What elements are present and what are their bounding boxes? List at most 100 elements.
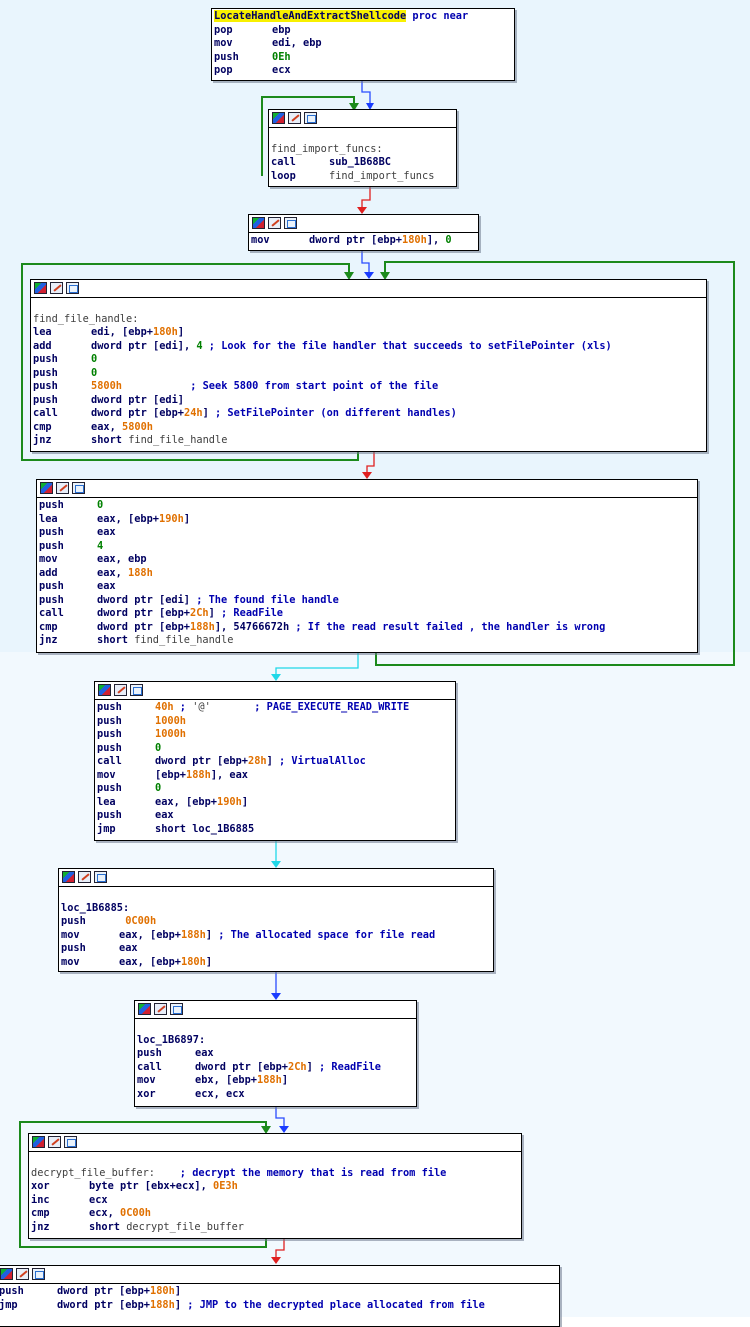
code-line[interactable]: [31, 1153, 519, 1167]
graph-icon[interactable]: [32, 1268, 45, 1280]
code-line[interactable]: push 0: [97, 742, 453, 756]
edit-icon[interactable]: [78, 871, 91, 883]
code-block-init-handle[interactable]: mov dword ptr [ebp+180h], 0: [248, 214, 479, 251]
code-line[interactable]: [137, 1020, 414, 1034]
color-icon[interactable]: [138, 1003, 151, 1015]
code-line[interactable]: [61, 888, 491, 902]
code-line[interactable]: push 40h ; '@' ; PAGE_EXECUTE_READ_WRITE: [97, 701, 453, 715]
code-line[interactable]: lea edi, [ebp+180h]: [33, 326, 704, 340]
code-line[interactable]: pop ebp: [214, 24, 512, 38]
code-label[interactable]: find_file_handle:: [33, 313, 138, 325]
code-line[interactable]: LocateHandleAndExtractShellcode proc nea…: [214, 10, 512, 24]
edit-icon[interactable]: [50, 282, 63, 294]
edit-icon[interactable]: [288, 112, 301, 124]
graph-icon[interactable]: [304, 112, 317, 124]
code-line[interactable]: xor byte ptr [ebx+ecx], 0E3h: [31, 1180, 519, 1194]
code-line[interactable]: mov ebx, [ebp+188h]: [137, 1074, 414, 1088]
graph-icon[interactable]: [72, 482, 85, 494]
code-line[interactable]: cmp ecx, 0C00h: [31, 1207, 519, 1221]
code-block-find-file-handle[interactable]: find_file_handle: lea edi, [ebp+180h] add dw…: [30, 279, 707, 452]
edit-icon[interactable]: [16, 1268, 29, 1280]
code-line[interactable]: push 0: [33, 367, 704, 381]
code-line[interactable]: find_file_handle:: [33, 313, 704, 327]
code-line[interactable]: push dword ptr [edi] ; The found file han…: [39, 594, 695, 608]
code-line[interactable]: cmp eax, 5800h: [33, 421, 704, 435]
code-line[interactable]: jmp short loc_1B6885: [97, 823, 453, 837]
code-line[interactable]: call sub_1B68BC: [271, 156, 454, 170]
code-line[interactable]: push 1000h: [97, 715, 453, 729]
code-line[interactable]: [33, 299, 704, 313]
code-line[interactable]: find_import_funcs:: [271, 143, 454, 157]
color-icon[interactable]: [34, 282, 47, 294]
code-line[interactable]: call dword ptr [ebp+28h] ; VirtualAlloc: [97, 755, 453, 769]
color-icon[interactable]: [32, 1136, 45, 1148]
code-line[interactable]: mov edi, ebp: [214, 37, 512, 51]
code-line[interactable]: jmp dword ptr [ebp+188h] ; JMP to the dec…: [0, 1299, 557, 1313]
code-line[interactable]: push 4: [39, 540, 695, 554]
code-line[interactable]: push 5800h ; Seek 5800 from start point o…: [33, 380, 704, 394]
code-line[interactable]: call dword ptr [ebp+2Ch] ; ReadFile: [39, 607, 695, 621]
code-line[interactable]: jnz short decrypt_file_buffer: [31, 1221, 519, 1235]
color-icon[interactable]: [62, 871, 75, 883]
code-line[interactable]: add eax, 188h: [39, 567, 695, 581]
code-line[interactable]: mov dword ptr [ebp+180h], 0: [251, 234, 476, 248]
code-line[interactable]: push 0C00h: [61, 915, 491, 929]
code-label[interactable]: loc_1B6885:: [61, 902, 129, 914]
edit-icon[interactable]: [268, 217, 281, 229]
code-line[interactable]: push eax: [61, 942, 491, 956]
code-line[interactable]: push 0: [33, 353, 704, 367]
code-block-loc-1b6885[interactable]: loc_1B6885: push 0C00h mov eax, [ebp+188h] …: [58, 868, 494, 972]
code-label[interactable]: find_import_funcs:: [271, 143, 383, 155]
code-line[interactable]: loop find_import_funcs: [271, 170, 454, 184]
code-line[interactable]: call dword ptr [ebp+2Ch] ; ReadFile: [137, 1061, 414, 1075]
code-line[interactable]: push eax: [39, 580, 695, 594]
code-line[interactable]: mov eax, ebp: [39, 553, 695, 567]
code-line[interactable]: push 0: [39, 499, 695, 513]
code-line[interactable]: push dword ptr [edi]: [33, 394, 704, 408]
code-line[interactable]: call dword ptr [ebp+24h] ; SetFilePointer…: [33, 407, 704, 421]
code-label[interactable]: LocateHandleAndExtractShellcode: [214, 10, 407, 22]
code-line[interactable]: add dword ptr [edi], 4 ; Look for the fil…: [33, 340, 704, 354]
code-block-proc[interactable]: LocateHandleAndExtractShellcode proc nea…: [211, 8, 515, 81]
code-line[interactable]: [271, 129, 454, 143]
code-line[interactable]: lea eax, [ebp+190h]: [97, 796, 453, 810]
code-block-decrypt-file-buffer[interactable]: decrypt_file_buffer: ; decrypt the memor…: [28, 1133, 522, 1239]
code-line[interactable]: inc ecx: [31, 1194, 519, 1208]
color-icon[interactable]: [0, 1268, 13, 1280]
color-icon[interactable]: [252, 217, 265, 229]
graph-icon[interactable]: [94, 871, 107, 883]
code-line[interactable]: push dword ptr [ebp+180h]: [0, 1285, 557, 1299]
code-block-virtual-alloc[interactable]: push 40h ; '@' ; PAGE_EXECUTE_READ_WRITE p…: [94, 681, 456, 841]
code-line[interactable]: mov eax, [ebp+188h] ; The allocated space…: [61, 929, 491, 943]
color-icon[interactable]: [272, 112, 285, 124]
code-line[interactable]: push 0Eh: [214, 51, 512, 65]
graph-icon[interactable]: [66, 282, 79, 294]
code-line[interactable]: loc_1B6885:: [61, 902, 491, 916]
code-line[interactable]: push 1000h: [97, 728, 453, 742]
color-icon[interactable]: [40, 482, 53, 494]
graph-icon[interactable]: [130, 684, 143, 696]
code-block-read-check[interactable]: push 0 lea eax, [ebp+190h] push eax push 4 mov ea…: [36, 479, 698, 653]
graph-icon[interactable]: [64, 1136, 77, 1148]
color-icon[interactable]: [98, 684, 111, 696]
code-line[interactable]: xor ecx, ecx: [137, 1088, 414, 1102]
graph-icon[interactable]: [170, 1003, 183, 1015]
code-line[interactable]: push eax: [137, 1047, 414, 1061]
code-line[interactable]: decrypt_file_buffer: ; decrypt the memor…: [31, 1167, 519, 1181]
code-line[interactable]: loc_1B6897:: [137, 1034, 414, 1048]
code-line[interactable]: mov eax, [ebp+180h]: [61, 956, 491, 970]
code-line[interactable]: pop ecx: [214, 64, 512, 78]
code-block-find-import-funcs[interactable]: find_import_funcs: call sub_1B68BC loop find…: [268, 109, 457, 187]
code-line[interactable]: jnz short find_file_handle: [33, 434, 704, 448]
edit-icon[interactable]: [56, 482, 69, 494]
code-line[interactable]: mov [ebp+188h], eax: [97, 769, 453, 783]
graph-icon[interactable]: [284, 217, 297, 229]
code-line[interactable]: push eax: [39, 526, 695, 540]
code-line[interactable]: push eax: [97, 809, 453, 823]
code-line[interactable]: lea eax, [ebp+190h]: [39, 513, 695, 527]
edit-icon[interactable]: [48, 1136, 61, 1148]
code-block-final-jump[interactable]: push dword ptr [ebp+180h] jmp dword ptr [eb…: [0, 1265, 560, 1327]
code-line[interactable]: jnz short find_file_handle: [39, 634, 695, 648]
code-line[interactable]: push 0: [97, 782, 453, 796]
edit-icon[interactable]: [114, 684, 127, 696]
